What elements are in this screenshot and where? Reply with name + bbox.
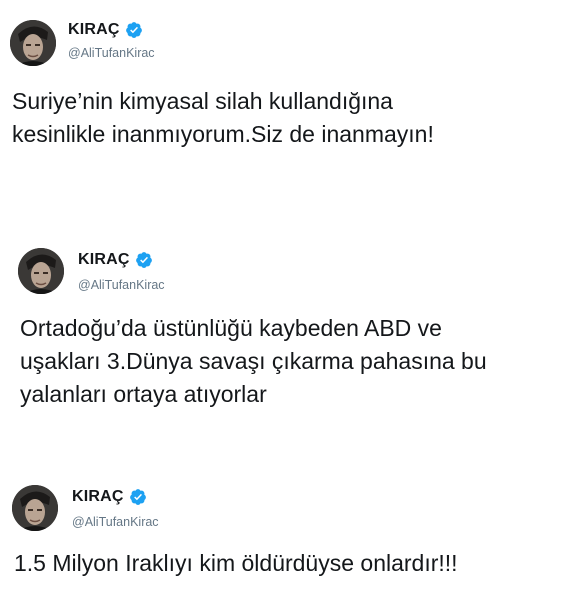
user-handle[interactable]: @AliTufanKirac (72, 514, 159, 530)
tweet-2: KIRAÇ @AliTufanKirac Ortadoğu’da üstünlü… (0, 230, 579, 420)
display-name[interactable]: KIRAÇ (68, 20, 120, 40)
user-handle[interactable]: @AliTufanKirac (68, 45, 155, 61)
display-name[interactable]: KIRAÇ (72, 487, 124, 507)
user-handle[interactable]: @AliTufanKirac (78, 277, 165, 293)
verified-badge-icon (125, 21, 143, 39)
verified-badge-icon (135, 251, 153, 269)
tweet-text: Suriye’nin kimyasal silah kullandığına k… (12, 88, 434, 147)
tweet-text: 1.5 Milyon Iraklıyı kim öldürdüyse onlar… (14, 550, 458, 576)
tweet-1: KIRAÇ @AliTufanKirac Suriye’nin kimyasal… (0, 0, 579, 160)
avatar[interactable] (18, 248, 64, 294)
display-name[interactable]: KIRAÇ (78, 250, 130, 270)
verified-badge-icon (129, 488, 147, 506)
avatar[interactable] (10, 20, 56, 66)
avatar[interactable] (12, 485, 58, 531)
tweet-text: Ortadoğu’da üstünlüğü kaybeden ABD ve uş… (20, 315, 487, 407)
tweet-3: KIRAÇ @AliTufanKirac 1.5 Milyon Iraklıyı… (0, 465, 579, 593)
